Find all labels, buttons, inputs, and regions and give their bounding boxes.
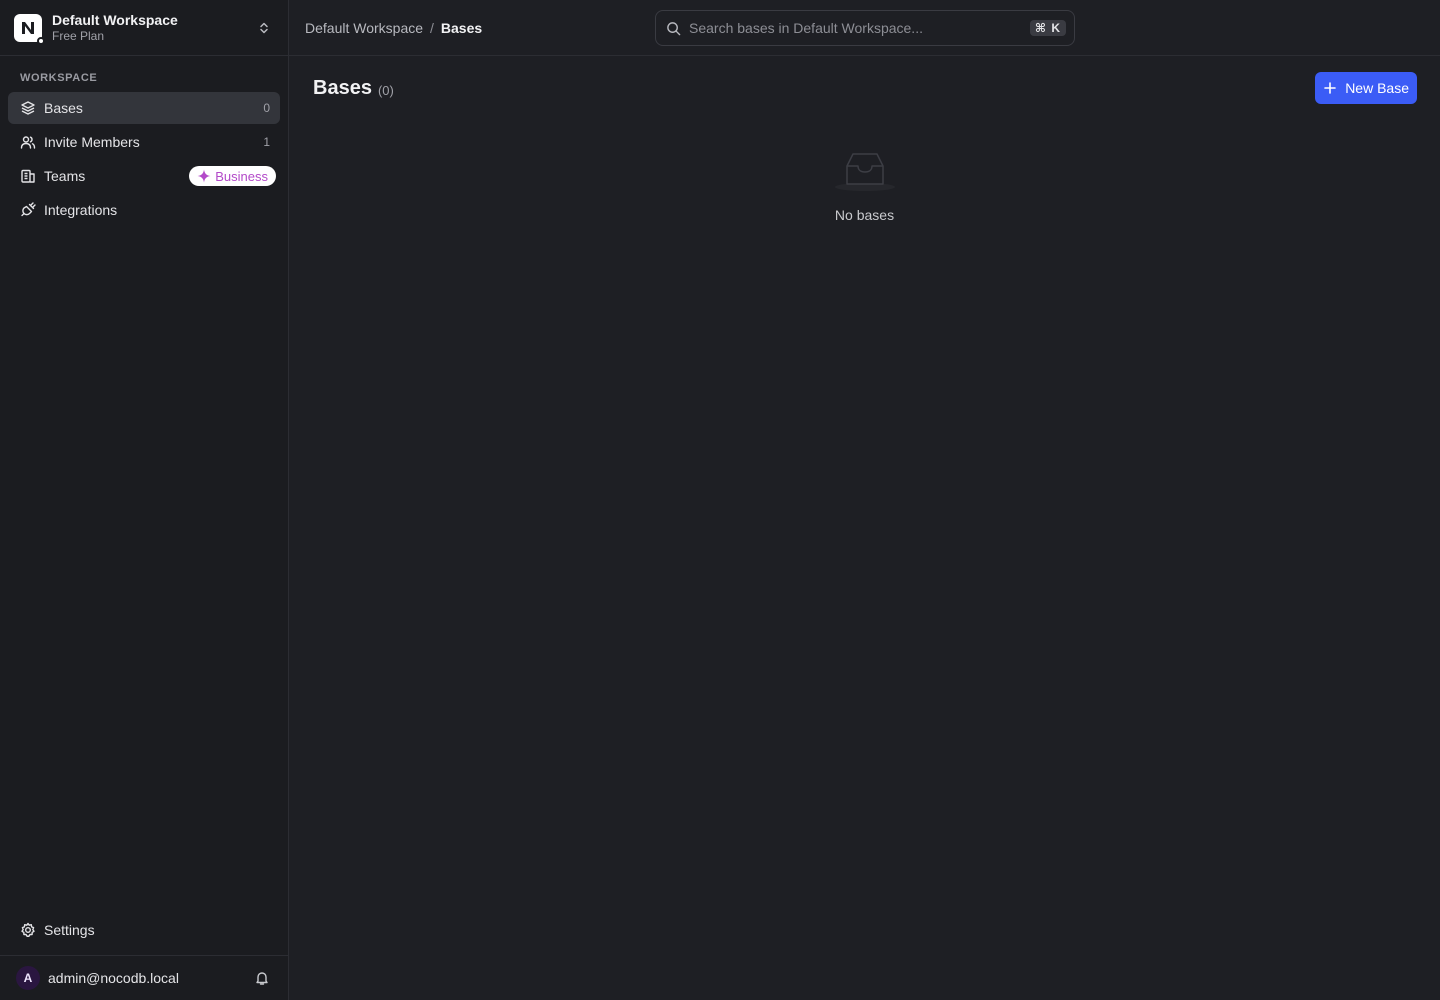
sidebar-item-settings[interactable]: Settings (8, 914, 280, 946)
sidebar-item-label: Integrations (44, 202, 118, 218)
sidebar-item-integrations[interactable]: Integrations (8, 194, 280, 226)
search-bar[interactable]: ⌘ K (655, 10, 1075, 46)
sparkle-icon (197, 169, 211, 183)
sidebar-item-teams[interactable]: Teams Business (8, 160, 280, 192)
page-header: Bases (0) New Base (313, 72, 1417, 104)
new-base-label: New Base (1345, 80, 1409, 96)
business-badge-label: Business (215, 168, 268, 184)
users-icon (20, 134, 36, 150)
breadcrumb-current: Bases (440, 19, 483, 36)
sidebar-item-label: Invite Members (44, 134, 140, 150)
workspace-plan: Free Plan (52, 28, 105, 43)
search-input[interactable] (689, 20, 1030, 36)
search-icon (666, 21, 681, 36)
workspace-info: Default Workspace Free Plan (52, 12, 254, 44)
breadcrumb: Default Workspace / Bases (305, 20, 482, 36)
search-shortcut: ⌘ K (1029, 20, 1066, 36)
sidebar-item-label: Settings (44, 922, 95, 938)
sidebar-nav: Bases 0 Invite Members 1 Teams Business … (0, 92, 288, 226)
bell-icon[interactable] (252, 968, 272, 988)
workspace-switcher[interactable]: Default Workspace Free Plan (0, 0, 288, 56)
gear-icon (20, 922, 36, 938)
empty-state: No bases (289, 148, 1440, 223)
page-title: Bases (313, 76, 372, 99)
sidebar-item-bases[interactable]: Bases 0 (8, 92, 280, 124)
layers-icon (20, 100, 36, 116)
sidebar-settings-wrap: Settings (8, 914, 280, 948)
nocodb-logo-icon (14, 13, 45, 45)
topbar: Default Workspace / Bases ⌘ K (289, 0, 1440, 56)
members-count: 1 (263, 135, 270, 149)
avatar: A (16, 966, 40, 990)
inbox-icon (833, 148, 897, 197)
plug-icon (20, 202, 36, 218)
app-root: Default Workspace Free Plan WORKSPACE Ba… (0, 0, 1440, 1000)
empty-state-text: No bases (834, 207, 895, 223)
main-content: Default Workspace / Bases ⌘ K Bases (0) (289, 0, 1440, 1000)
breadcrumb-separator: / (430, 19, 434, 36)
breadcrumb-workspace-link[interactable]: Default Workspace (305, 20, 423, 36)
user-menu[interactable]: A admin@nocodb.local (0, 955, 288, 1000)
workspace-name: Default Workspace (52, 11, 178, 28)
sidebar-section-label: WORKSPACE (20, 72, 98, 84)
page-count: (0) (377, 82, 394, 98)
business-badge[interactable]: Business (189, 166, 276, 186)
user-email: admin@nocodb.local (48, 970, 179, 986)
sidebar: Default Workspace Free Plan WORKSPACE Ba… (0, 0, 289, 1000)
new-base-button[interactable]: New Base (1315, 72, 1417, 104)
plus-icon (1323, 81, 1337, 95)
sidebar-item-invite-members[interactable]: Invite Members 1 (8, 126, 280, 158)
sidebar-item-label: Teams (44, 168, 86, 184)
chevron-up-down-icon[interactable] (254, 18, 274, 38)
building-icon (20, 168, 36, 184)
sidebar-item-label: Bases (44, 100, 83, 116)
bases-count: 0 (263, 101, 270, 115)
